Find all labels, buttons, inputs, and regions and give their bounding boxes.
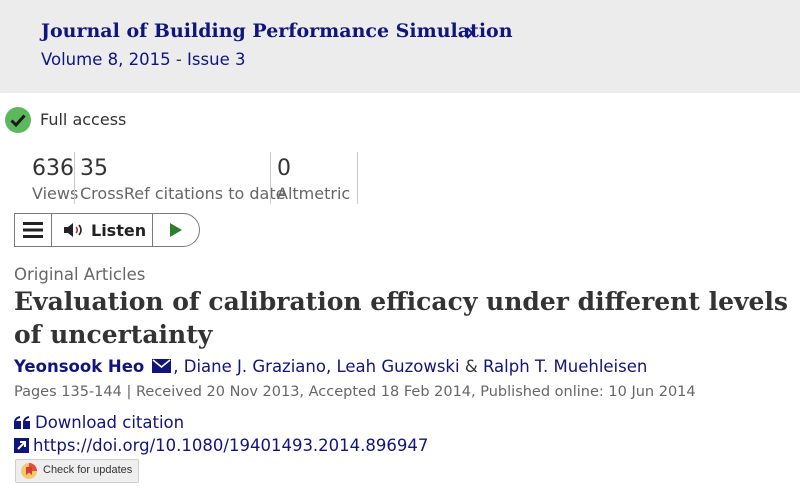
metric-label: CrossRef citations to date <box>80 184 286 203</box>
chevron-right-icon[interactable] <box>465 21 475 43</box>
listen-toolbar: Listen <box>14 213 200 247</box>
speaker-icon <box>64 223 82 237</box>
menu-button[interactable] <box>15 214 51 246</box>
author-link[interactable]: Diane J. Graziano <box>184 357 326 376</box>
hamburger-icon <box>23 222 43 238</box>
metric-divider <box>74 152 75 204</box>
volume-link[interactable]: Volume 8, 2015 <box>41 50 171 69</box>
article-title: Evaluation of calibration efficacy under… <box>14 287 788 349</box>
crossmark-icon <box>21 463 37 479</box>
author-link[interactable]: Ralph T. Muehleisen <box>483 357 647 376</box>
external-link-icon <box>14 438 29 453</box>
author-link[interactable]: Leah Guzowski <box>336 357 459 376</box>
download-citation-label: Download citation <box>35 413 185 432</box>
volume-issue: Volume 8, 2015 - Issue 3 <box>41 50 245 69</box>
download-citation-link[interactable]: Download citation <box>14 413 184 432</box>
publication-info: Pages 135-144 | Received 20 Nov 2013, Ac… <box>14 384 696 400</box>
info-divider: | <box>121 384 136 400</box>
play-button[interactable] <box>153 214 198 246</box>
quote-icon <box>14 416 30 429</box>
check-circle-icon <box>5 107 31 133</box>
check-for-updates-button[interactable]: Check for updates <box>15 459 139 483</box>
metric-value: 35 <box>80 156 108 181</box>
journal-title-link[interactable]: Journal of Building Performance Simulati… <box>41 20 513 42</box>
author-list: Yeonsook Heo, Diane J. Graziano, Leah Gu… <box>14 357 647 376</box>
metric-value: 0 <box>277 156 291 181</box>
author-separator: , <box>173 357 184 376</box>
author-separator: & <box>459 357 483 376</box>
metric-label: Views <box>32 184 79 203</box>
author-link[interactable]: Yeonsook Heo <box>14 357 144 376</box>
metric-divider <box>357 152 358 204</box>
author-separator: , <box>325 357 337 376</box>
article-type: Original Articles <box>14 265 146 284</box>
page-range: Pages 135-144 <box>14 384 122 400</box>
issue-link[interactable]: Issue 3 <box>187 50 245 69</box>
doi-link[interactable]: https://doi.org/10.1080/19401493.2014.89… <box>14 436 428 455</box>
publication-dates: Received 20 Nov 2013, Accepted 18 Feb 20… <box>135 384 696 400</box>
mail-icon[interactable] <box>152 359 172 373</box>
play-icon <box>170 223 182 237</box>
listen-label: Listen <box>91 221 147 240</box>
metric-label: Altmetric <box>277 184 351 203</box>
journal-header: Journal of Building Performance Simulati… <box>0 0 800 93</box>
doi-label: https://doi.org/10.1080/19401493.2014.89… <box>33 436 429 455</box>
metric-value: 636 <box>32 156 74 181</box>
volume-separator: - <box>170 50 188 69</box>
check-for-updates-label: Check for updates <box>43 464 133 476</box>
access-label: Full access <box>40 110 127 129</box>
metric-divider <box>270 152 271 204</box>
